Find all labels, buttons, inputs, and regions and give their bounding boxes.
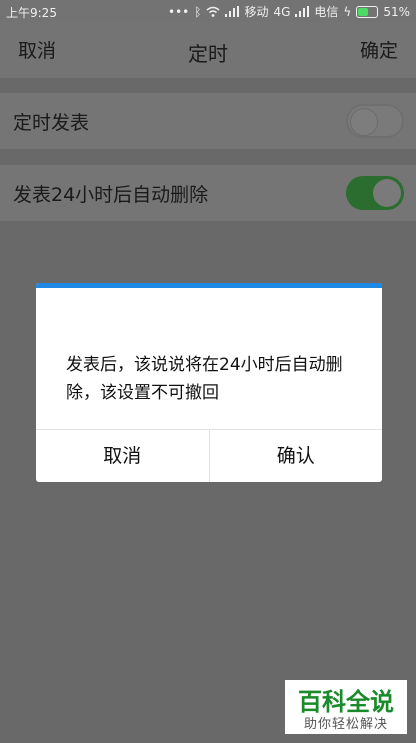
dialog-buttons: 取消 确认: [36, 429, 382, 482]
dots-icon: •••: [168, 4, 190, 19]
setting-row-scheduled-post[interactable]: 定时发表: [0, 93, 416, 149]
watermark-logo: 百科全说 助你轻松解决: [285, 680, 407, 734]
signal-icon: [225, 6, 240, 17]
header-bar: 取消 定时 确定: [0, 22, 416, 78]
confirm-button[interactable]: 确定: [360, 36, 398, 63]
bluetooth-icon: ᛒ: [194, 4, 202, 19]
battery-icon: [356, 5, 379, 18]
watermark-subtitle: 助你轻松解决: [303, 717, 388, 732]
setting-label: 定时发表: [13, 112, 90, 134]
dialog-accent-bar: [36, 283, 382, 288]
dialog-cancel-button[interactable]: 取消: [36, 430, 209, 482]
carrier-1: 移动: [244, 5, 269, 19]
watermark-title: 百科全说: [298, 688, 394, 716]
dialog-message: 发表后，该说说将在24小时后自动删除，该设置不可撤回: [66, 355, 343, 403]
auto-delete-toggle[interactable]: [346, 176, 404, 210]
battery-level: [358, 7, 368, 16]
setting-label: 发表24小时后自动删除: [13, 184, 209, 206]
scheduled-post-toggle[interactable]: [346, 104, 404, 138]
status-bar: 上午9:25 ••• ᛒ 移动 4G 电信 ϟ 51%: [0, 0, 416, 22]
network-type: 4G: [273, 4, 291, 19]
confirm-dialog: 发表后，该说说将在24小时后自动删除，该设置不可撤回 取消 确认: [36, 283, 382, 482]
charging-icon: ϟ: [343, 4, 352, 19]
battery-percent: 51%: [383, 4, 410, 19]
wifi-icon: [206, 6, 220, 17]
signal-icon: [295, 6, 310, 17]
setting-row-auto-delete[interactable]: 发表24小时后自动删除: [0, 165, 416, 221]
page-title: 定时: [188, 42, 228, 66]
toggle-knob: [350, 108, 378, 136]
carrier-2: 电信: [314, 5, 339, 19]
dialog-confirm-button[interactable]: 确认: [210, 430, 383, 482]
toggle-knob: [373, 179, 401, 207]
status-time: 上午9:25: [6, 6, 57, 20]
